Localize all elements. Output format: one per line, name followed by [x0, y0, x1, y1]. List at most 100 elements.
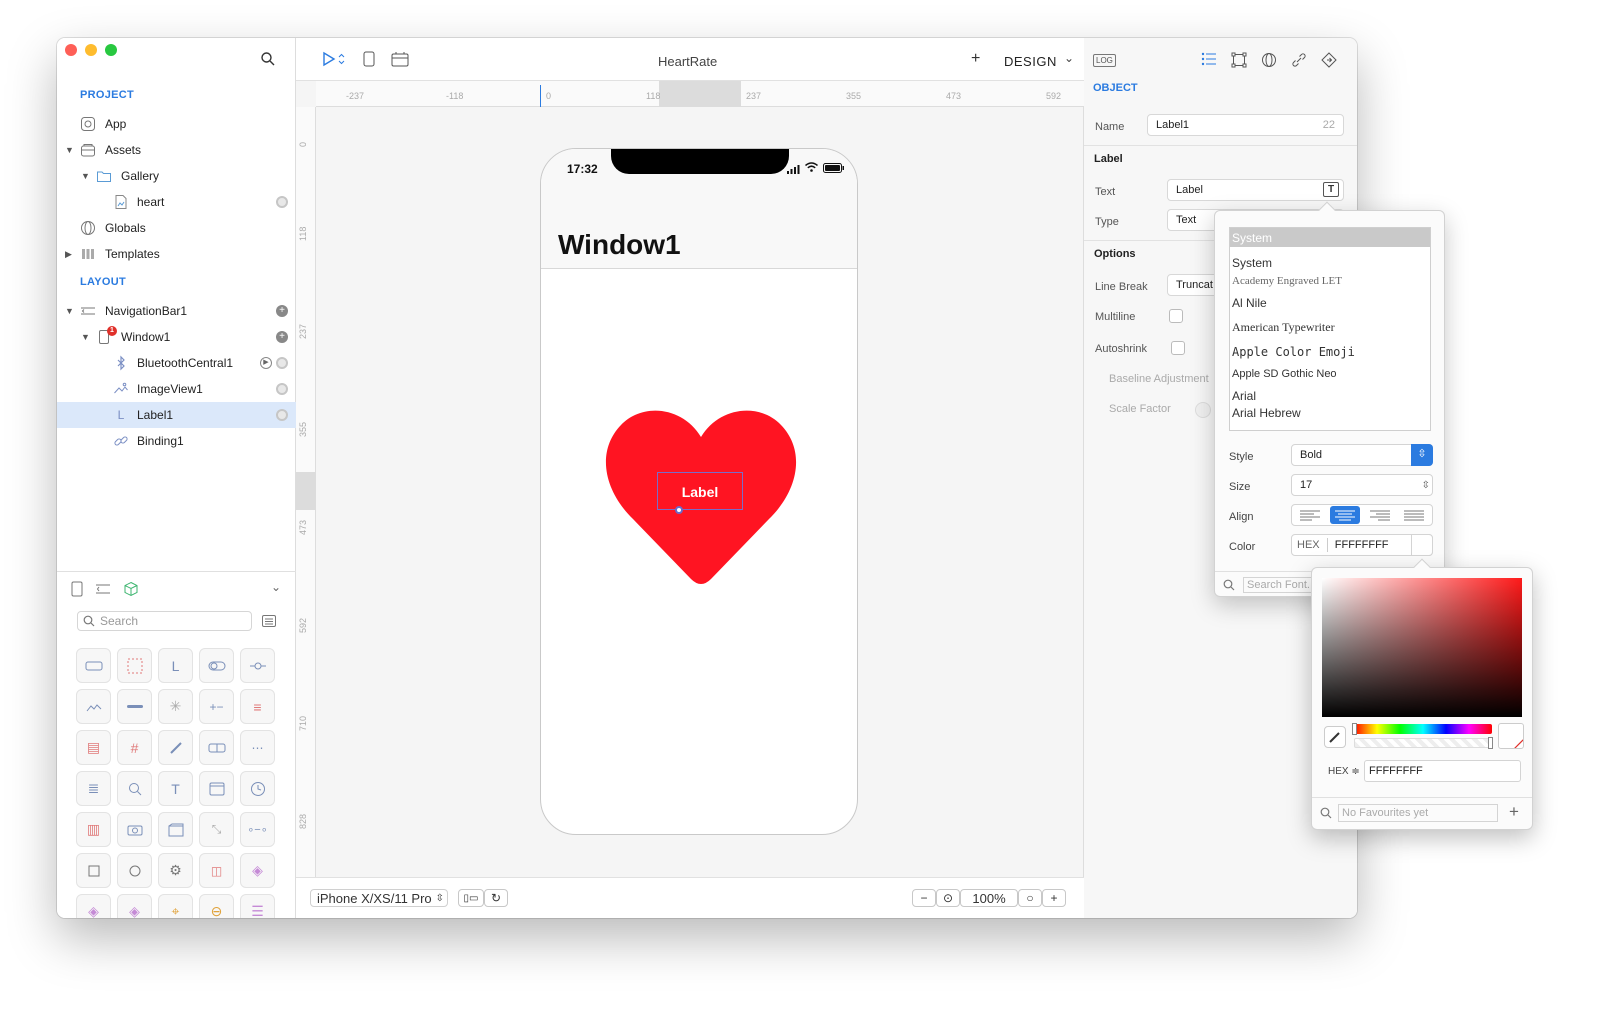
color-hex-input[interactable]: FFFFFFFF — [1364, 760, 1521, 782]
orbit-component-icon[interactable]: ⊖ — [199, 894, 234, 918]
text-field-component-icon[interactable]: T — [158, 771, 193, 806]
timer-component-icon[interactable] — [240, 771, 275, 806]
split-component-icon[interactable]: ◫ — [199, 853, 234, 888]
align-left-icon[interactable] — [1296, 508, 1324, 522]
text-style-icon[interactable]: T — [1323, 182, 1339, 197]
opacity-slider-thumb[interactable] — [1488, 737, 1493, 749]
library-search-input[interactable]: Search — [77, 611, 252, 631]
tree-item-bluetoothcentral1[interactable]: BluetoothCentral1 ▶ — [57, 350, 296, 376]
hue-slider[interactable] — [1352, 723, 1492, 735]
web-view-component-icon[interactable] — [199, 771, 234, 806]
add-favourite-button[interactable]: + — [1509, 802, 1519, 822]
text-field[interactable]: Label T — [1167, 179, 1344, 201]
separator-component-icon[interactable]: ⋯ — [240, 730, 275, 765]
video-component-icon[interactable] — [158, 812, 193, 847]
color-gradient-area[interactable] — [1322, 578, 1522, 717]
stack-component-icon[interactable]: ≡ — [240, 689, 275, 724]
favourites-search-input[interactable]: No Favourites yet — [1338, 804, 1498, 822]
watch-component-icon[interactable] — [117, 853, 152, 888]
font-item[interactable]: Apple SD Gothic Neo — [1232, 368, 1337, 380]
size-stepper[interactable]: 17 ⇳ — [1291, 474, 1433, 496]
tree-item-heart[interactable]: heart — [57, 189, 296, 215]
device-selector[interactable]: iPhone X/XS/11 Pro ⇳ — [310, 889, 448, 907]
gear-component-icon[interactable]: ⚙ — [158, 853, 193, 888]
slider-component-icon[interactable] — [240, 648, 275, 683]
actions-tab-icon[interactable] — [1321, 52, 1337, 71]
text-view-component-icon[interactable]: ≣ — [76, 771, 111, 806]
tree-item-assets[interactable]: ▼ Assets — [57, 137, 296, 163]
name-field[interactable]: Label1 22 — [1147, 114, 1344, 136]
hex-format-label[interactable]: HEX ≑ — [1328, 766, 1360, 777]
disclosure-open-icon[interactable]: ▼ — [65, 306, 74, 316]
templates-tab-icon[interactable] — [95, 583, 111, 598]
font-list[interactable]: System System Academy Engraved LET Al Ni… — [1229, 227, 1431, 431]
vibration-component-icon[interactable]: ▥ — [76, 812, 111, 847]
switch-component-icon[interactable] — [199, 648, 234, 683]
zoom-level[interactable]: 100% — [960, 889, 1018, 907]
components-tab-icon[interactable] — [123, 581, 139, 600]
hue-slider-thumb[interactable] — [1352, 723, 1357, 735]
font-item[interactable]: Arial — [1232, 389, 1256, 403]
activity-indicator-icon[interactable]: ✳ — [158, 689, 193, 724]
bindings-tab-icon[interactable] — [1291, 52, 1307, 71]
font-item[interactable]: System — [1232, 256, 1272, 270]
rotate-device-button[interactable]: ▯▭ — [458, 889, 484, 907]
tree-item-window1[interactable]: ▼ 1 Window1 + — [57, 324, 296, 350]
ui-objects-tab-icon[interactable] — [71, 581, 83, 600]
navigation-bar[interactable]: 17:32 Window1 — [541, 149, 857, 269]
font-item[interactable]: Academy Engraved LET — [1232, 275, 1342, 287]
font-item[interactable]: American Typewriter — [1232, 320, 1335, 335]
button-component-icon[interactable] — [76, 648, 111, 683]
label-component-icon[interactable]: L — [158, 648, 193, 683]
layers-component-icon[interactable]: ◈ — [76, 894, 111, 918]
chevron-down-icon[interactable]: ⌄ — [1064, 51, 1074, 65]
color-hex-field[interactable]: HEX FFFFFFFF — [1291, 534, 1433, 556]
autoshrink-checkbox[interactable] — [1171, 341, 1185, 355]
style-select[interactable]: Bold ⇳ — [1291, 444, 1433, 466]
align-right-icon[interactable] — [1366, 508, 1394, 522]
stepper-component-icon[interactable]: +− — [199, 689, 234, 724]
add-child-icon[interactable]: + — [276, 305, 288, 317]
tree-item-app[interactable]: App — [57, 111, 296, 137]
disclosure-closed-icon[interactable]: ▶ — [65, 249, 72, 260]
disclosure-open-icon[interactable]: ▼ — [81, 332, 90, 342]
zoom-in-button[interactable]: + — [1042, 889, 1066, 907]
tree-item-label1[interactable]: L Label1 — [57, 402, 296, 428]
add-icon[interactable]: + — [971, 50, 980, 68]
search-bar-component-icon[interactable] — [117, 771, 152, 806]
grid-component-icon[interactable]: # — [117, 730, 152, 765]
eyedropper-icon[interactable] — [1324, 726, 1346, 748]
database-component-icon[interactable]: ◈ — [240, 853, 275, 888]
connector-component-icon[interactable]: ⤡ — [199, 812, 234, 847]
zoom-search-button[interactable]: ○ — [1018, 889, 1042, 907]
tree-item-gallery[interactable]: ▼ Gallery — [57, 163, 296, 189]
segmented-component-icon[interactable] — [199, 730, 234, 765]
run-button[interactable] — [322, 51, 348, 70]
stack-layers-component-icon[interactable]: ◈ — [117, 894, 152, 918]
tree-item-imageview1[interactable]: ImageView1 — [57, 376, 296, 402]
font-item[interactable]: Arial Hebrew — [1232, 406, 1301, 420]
align-center-icon[interactable] — [1330, 506, 1360, 524]
close-window-button[interactable] — [65, 44, 77, 56]
device-icon[interactable] — [363, 51, 375, 70]
zoom-fit-button[interactable]: ⊙ — [936, 889, 960, 907]
log-button[interactable]: LOG — [1093, 54, 1116, 67]
disclosure-open-icon[interactable]: ▼ — [81, 171, 90, 181]
tree-item-templates[interactable]: ▶ Templates — [57, 241, 296, 267]
picker-component-icon[interactable] — [158, 730, 193, 765]
minimize-window-button[interactable] — [85, 44, 97, 56]
tree-item-binding1[interactable]: Binding1 — [57, 428, 296, 454]
mode-selector[interactable]: DESIGN — [1004, 54, 1057, 69]
multiline-checkbox[interactable] — [1169, 309, 1183, 323]
color-swatch[interactable] — [1411, 534, 1433, 556]
chevron-down-icon[interactable]: ⌄ — [271, 580, 281, 594]
add-child-icon[interactable]: + — [276, 331, 288, 343]
zoom-window-button[interactable] — [105, 44, 117, 56]
table-component-icon[interactable]: ▤ — [76, 730, 111, 765]
search-icon[interactable] — [261, 52, 275, 69]
font-item[interactable]: Apple Color Emoji — [1232, 345, 1355, 359]
store-icon[interactable] — [391, 51, 409, 70]
tree-item-globals[interactable]: Globals — [57, 215, 296, 241]
link-component-icon[interactable]: ∘−∘ — [240, 812, 275, 847]
opacity-slider[interactable] — [1354, 737, 1493, 749]
